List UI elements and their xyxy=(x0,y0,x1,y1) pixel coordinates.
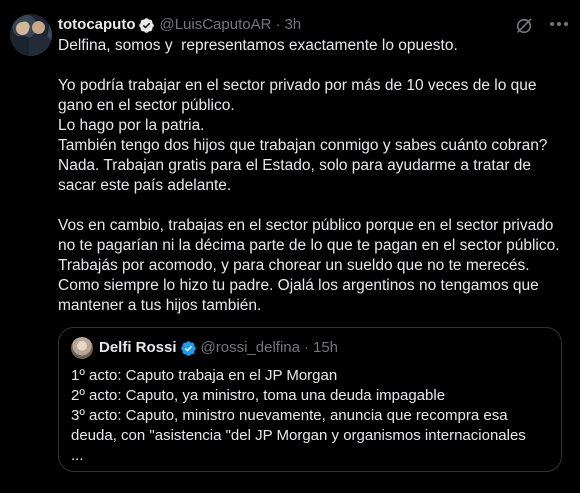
quoted-display-name[interactable]: Delfi Rossi xyxy=(99,338,177,358)
quoted-separator: · xyxy=(303,339,309,356)
quoted-tweet[interactable]: Delfi Rossi @rossi_delfina · 15h 1º acto… xyxy=(58,327,562,472)
tweet-header: totocaputo @LuisCaputoAR · 3h xyxy=(58,14,568,36)
quoted-timestamp[interactable]: 15h xyxy=(313,338,338,358)
quoted-tweet-header: Delfi Rossi @rossi_delfina · 15h xyxy=(71,337,549,359)
quoted-handle[interactable]: @rossi_delfina xyxy=(201,338,300,358)
tweet-text: Delfina, somos y representamos exactamen… xyxy=(58,37,560,314)
avatar-column xyxy=(10,14,56,493)
more-icon[interactable] xyxy=(550,22,568,28)
quoted-tweet-text: 1º acto: Caputo trabaja en el JP Morgan … xyxy=(71,367,526,464)
tweet-content: totocaputo @LuisCaputoAR · 3h Delfina, s… xyxy=(56,14,568,493)
quoted-avatar[interactable] xyxy=(71,337,93,359)
display-name[interactable]: totocaputo xyxy=(58,15,135,35)
handle[interactable]: @LuisCaputoAR xyxy=(159,15,271,35)
tweet[interactable]: totocaputo @LuisCaputoAR · 3h Delfina, s… xyxy=(0,0,580,493)
separator: · xyxy=(275,16,281,33)
grok-icon[interactable] xyxy=(514,16,534,36)
timestamp[interactable]: 3h xyxy=(284,15,301,35)
quoted-verified-badge-icon xyxy=(180,340,196,356)
avatar[interactable] xyxy=(10,14,52,56)
verified-badge-icon xyxy=(139,17,155,33)
